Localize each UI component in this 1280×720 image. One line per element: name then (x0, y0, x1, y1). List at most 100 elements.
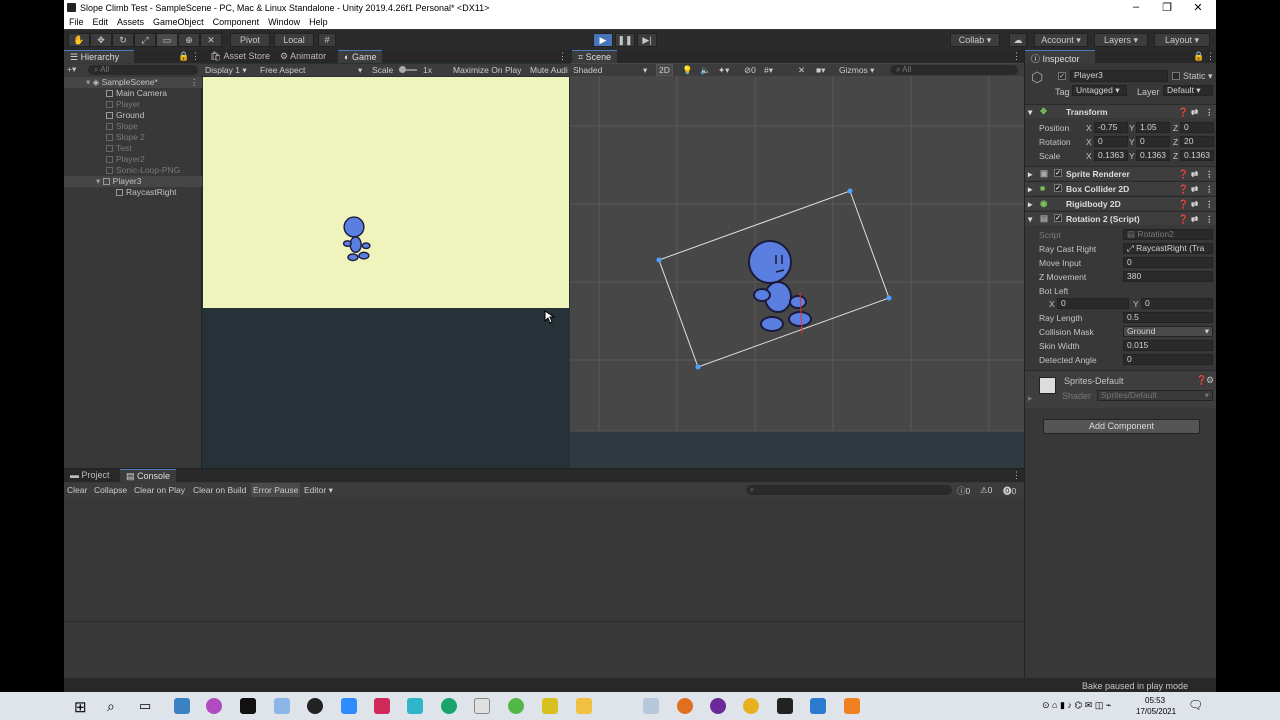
camera-settings-icon[interactable]: ■▾ (816, 65, 825, 76)
shading-mode-dropdown[interactable]: Shaded ▾ (573, 65, 647, 75)
hierarchy-item-player3[interactable]: ▾ Player3 (64, 176, 202, 187)
console-clear-on-play-button[interactable]: Clear on Play (134, 485, 185, 495)
layer-dropdown[interactable]: Default ▾ (1163, 85, 1213, 96)
tab-project[interactable]: ▬ Project (64, 469, 116, 482)
inspector-menu-icon[interactable]: ⋮ (1206, 51, 1215, 62)
minimize-icon[interactable]: – (1126, 1, 1146, 13)
taskbar-app-icon[interactable] (206, 698, 222, 714)
grid-snap-icon[interactable]: # (318, 33, 336, 47)
pause-button[interactable]: ❚❚ (615, 33, 635, 47)
hierarchy-item-slope-2[interactable]: Slope 2 (64, 132, 202, 143)
scene-menu-icon[interactable]: ⋮ (1012, 51, 1021, 62)
hierarchy-item-ground[interactable]: Ground (64, 110, 202, 121)
cloud-icon[interactable]: ☁ (1009, 33, 1027, 47)
static-checkbox[interactable] (1172, 72, 1180, 80)
rect-tool-icon[interactable]: ▭ (156, 33, 178, 47)
move-input-field[interactable]: 0 (1123, 257, 1213, 268)
material-settings-icon[interactable]: ⚙ (1206, 375, 1214, 386)
rotation-y-field[interactable]: 0 (1136, 136, 1170, 147)
sprite-renderer-checkbox[interactable]: ✓ (1054, 169, 1062, 177)
help-icon[interactable]: ❓ (1178, 107, 1189, 118)
search-icon[interactable]: ⌕ (107, 698, 115, 715)
foldout-icon[interactable]: ▸ (1028, 184, 1032, 195)
taskbar-app-icon[interactable] (542, 698, 558, 714)
maximize-on-play-toggle[interactable]: Maximize On Play (453, 65, 522, 75)
box-collider-header[interactable]: ▸ ■ ✓ Box Collider 2D ❓ ⇄ ⋮ (1025, 181, 1216, 195)
presets-icon[interactable]: ⇄ (1191, 107, 1198, 118)
hierarchy-item-test[interactable]: Test (64, 143, 202, 154)
rotation-script-checkbox[interactable]: ✓ (1054, 214, 1062, 222)
mute-audio-toggle[interactable]: Mute Audi (530, 65, 568, 75)
effects-dropdown-icon[interactable]: ✦▾ (718, 65, 729, 76)
menu-component[interactable]: Component (208, 16, 264, 27)
taskbar-app-icon[interactable] (240, 698, 256, 714)
hierarchy-item-slope[interactable]: Slope (64, 121, 202, 132)
skin-width-field[interactable]: 0.015 (1123, 340, 1213, 351)
component-menu-icon[interactable]: ⋮ (1205, 184, 1214, 195)
help-icon[interactable]: ❓ (1178, 169, 1189, 180)
clock-date[interactable]: 17/05/2021 (1136, 707, 1176, 716)
add-component-button[interactable]: Add Component (1043, 419, 1200, 434)
object-name-field[interactable]: Player3 (1070, 70, 1168, 82)
lighting-toggle-icon[interactable]: 💡 (682, 65, 693, 76)
tab-hierarchy[interactable]: ☰ Hierarchy (64, 50, 134, 63)
collab-button[interactable]: Collab ▾ (950, 33, 1000, 47)
console-menu-icon[interactable]: ⋮ (1012, 470, 1021, 481)
unity-hub-icon[interactable] (307, 698, 323, 714)
tag-dropdown[interactable]: Untagged ▾ (1072, 85, 1127, 96)
zoom-icon[interactable] (341, 698, 357, 714)
pivot-toggle[interactable]: Pivot (230, 33, 270, 47)
component-menu-icon[interactable]: ⋮ (1205, 107, 1214, 118)
console-collapse-button[interactable]: Collapse (94, 485, 127, 495)
inspector-lock-icon[interactable]: 🔒 (1193, 51, 1204, 62)
taskbar-app-icon[interactable] (274, 698, 290, 714)
scale-tool-icon[interactable]: ⤢ (134, 33, 156, 47)
taskbar-app-icon[interactable] (407, 698, 423, 714)
scene-viewport[interactable] (570, 77, 1024, 468)
hierarchy-search-input[interactable]: ⌕ All (88, 65, 198, 75)
move-tool-icon[interactable]: ✥ (90, 33, 112, 47)
scale-z-field[interactable]: 0.1363 (1180, 150, 1214, 161)
console-warning-toggle[interactable]: ⚠0 (980, 485, 992, 496)
component-menu-icon[interactable]: ⋮ (1205, 199, 1214, 210)
hierarchy-item-main-camera[interactable]: Main Camera (64, 88, 202, 99)
hierarchy-item-player[interactable]: Player (64, 99, 202, 110)
foldout-icon[interactable]: ▸ (1028, 393, 1033, 404)
console-editor-dropdown[interactable]: Editor ▾ (304, 485, 333, 496)
file-explorer-icon[interactable] (576, 698, 592, 714)
scale-x-field[interactable]: 0.1363 (1094, 150, 1128, 161)
z-movement-field[interactable]: 380 (1123, 271, 1213, 282)
scale-y-field[interactable]: 0.1363 (1136, 150, 1170, 161)
component-menu-icon[interactable]: ⋮ (1205, 169, 1214, 180)
audio-toggle-icon[interactable]: 🔈 (700, 65, 711, 76)
presets-icon[interactable]: ⇄ (1191, 184, 1198, 195)
utorrent-icon[interactable] (508, 698, 524, 714)
help-icon[interactable]: ❓ (1178, 184, 1189, 195)
rotate-tool-icon[interactable]: ↻ (112, 33, 134, 47)
aspect-dropdown[interactable]: Free Aspect ▾ (260, 65, 362, 75)
hidden-objects-icon[interactable]: ⊘0 (744, 65, 756, 76)
transform-header[interactable]: ▾ ✥ Transform ❓ ⇄ ⋮ (1025, 104, 1216, 118)
console-info-toggle[interactable]: ⓘ0 (957, 485, 970, 497)
notification-center-icon[interactable]: 🗨 (1188, 698, 1203, 712)
tab-scene[interactable]: ⌗ Scene (572, 50, 618, 63)
collision-mask-dropdown[interactable]: Ground ▾ (1123, 326, 1213, 337)
menu-gameobject[interactable]: GameObject (148, 16, 208, 27)
static-dropdown[interactable]: Static ▾ (1183, 71, 1213, 82)
display-dropdown[interactable]: Display 1 ▾ (205, 65, 247, 76)
box-collider-checkbox[interactable]: ✓ (1054, 184, 1062, 192)
game-menu-icon[interactable]: ⋮ (558, 51, 567, 62)
ray-length-field[interactable]: 0.5 (1123, 312, 1213, 323)
local-toggle[interactable]: Local (274, 33, 314, 47)
scale-slider-thumb[interactable] (399, 66, 406, 73)
2d-toggle[interactable]: 2D (656, 64, 673, 76)
transform-tool-icon[interactable]: ⊕ (178, 33, 200, 47)
windows-start-icon[interactable]: ⊞ (74, 698, 87, 716)
position-x-field[interactable]: -0.75 (1094, 122, 1128, 133)
layers-dropdown[interactable]: Layers ▾ (1094, 33, 1148, 47)
sprite-renderer-header[interactable]: ▸ ▣ ✓ Sprite Renderer ❓ ⇄ ⋮ (1025, 166, 1216, 180)
tab-asset-store[interactable]: 🛍 Asset Store (204, 50, 276, 63)
step-button[interactable]: ▶| (637, 33, 657, 47)
bot-left-x-field[interactable]: 0 (1057, 298, 1129, 309)
console-error-pause-button[interactable]: Error Pause (251, 483, 301, 497)
